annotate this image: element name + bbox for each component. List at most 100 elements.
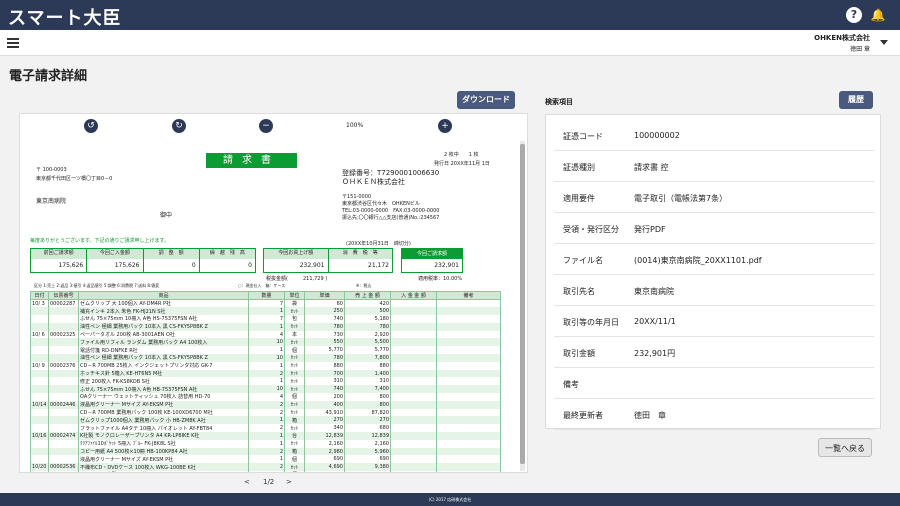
issuer-name: ＯＨＫＥＮ株式会社: [342, 178, 405, 186]
table-cell: ｾｯﾄ: [284, 322, 305, 331]
table-row: 10/14 00002446 液晶用クリーナー Mサイズ AY-EKSM P社 2 ｾｯ…: [30, 400, 501, 409]
table-row: 電話付箋 RD-DNFKE R社 1 個 5,770 5,770: [30, 346, 501, 355]
help-icon[interactable]: ?: [846, 7, 862, 23]
table-cell: ふせん 75×75mm 10冊入 A色 HS-75375FSN A社: [78, 315, 249, 323]
table-cell: [30, 322, 49, 331]
column-header: 商品: [78, 291, 249, 300]
table-cell: K社製 モノクロレーザープリンタ A4 KR-LP8IKE K社: [78, 432, 249, 440]
table-cell: [30, 354, 49, 362]
table-row: ホッチキス 中型 KS-SU8 M社1個1,1801,180: [30, 471, 501, 472]
viewer-scrollbar-thumb[interactable]: [520, 144, 525, 464]
total-header: 今回ご請求額: [402, 249, 462, 259]
user-menu-caret-icon[interactable]: [880, 40, 888, 45]
column-header: 単価: [304, 291, 345, 300]
table-cell: [48, 385, 79, 394]
table-cell: 00002287: [48, 299, 79, 308]
top-bar: スマート大臣 ? 🔔: [0, 0, 900, 30]
table-row: ｸﾘｱﾌｧｲﾙ10ﾎﾟｹｯﾄ 5冊入 ﾌﾞﾙｰ FK-J8K8L S社 1 ｾｯﾄ 2…: [30, 439, 501, 448]
zoom-in-icon[interactable]: +: [438, 119, 452, 133]
table-cell: 800: [344, 393, 391, 401]
table-cell: ホッチキス針 5箱入 KE-HT6N5 M社: [78, 369, 249, 378]
table-cell: [30, 455, 49, 464]
detail-value: 請求書 控: [634, 163, 669, 172]
table-cell: [436, 416, 501, 425]
table-cell: [390, 408, 437, 417]
rotate-right-icon[interactable]: ↻: [172, 119, 186, 133]
table-cell: [390, 447, 437, 456]
detail-key: 取引金額: [563, 349, 595, 358]
table-cell: 4: [248, 393, 285, 401]
table-cell: [436, 455, 501, 464]
table-cell: [436, 354, 501, 362]
table-cell: [30, 338, 49, 347]
summary-header: 今回お買上げ額: [264, 249, 329, 259]
table-cell: 電話付箋 RD-DNFKE R社: [78, 346, 249, 355]
table-cell: 2,920: [344, 330, 391, 339]
table-cell: ｾｯﾄ: [284, 361, 305, 370]
table-cell: 箱: [284, 447, 305, 456]
total-value: 232,901: [434, 262, 459, 269]
table-cell: 10: [248, 354, 285, 362]
table-cell: ｾｯﾄ: [284, 408, 305, 417]
table-cell: ふせん 75×75mm 10冊入 A色 HB-75375FSN A社: [78, 385, 249, 394]
bell-icon[interactable]: 🔔: [870, 7, 886, 23]
hamburger-menu-icon[interactable]: [7, 38, 19, 48]
summary-value: 175,626: [87, 259, 144, 273]
next-page-button[interactable]: >: [286, 478, 292, 486]
table-cell: ｾｯﾄ: [284, 307, 305, 316]
table-cell: [436, 432, 501, 440]
table-header-row: 日付 伝票番号 商品 数量 単位 単価売 上 金 額入 金 金 額備考: [30, 291, 501, 300]
table-cell: 10: [248, 338, 285, 347]
detail-row: 証憑コード 100000002: [554, 119, 874, 151]
table-cell: 1: [248, 377, 285, 386]
table-cell: [436, 315, 501, 323]
zoom-out-icon[interactable]: −: [259, 119, 273, 133]
app-title[interactable]: スマート大臣: [8, 4, 121, 30]
table-cell: ｾｯﾄ: [284, 439, 305, 448]
table-cell: 310: [344, 377, 391, 386]
table-cell: [436, 346, 501, 355]
table-cell: [30, 424, 49, 433]
table-cell: [390, 439, 437, 448]
closing-period: (20XX年10月31日 締切分): [346, 241, 411, 247]
page-info: 2 枚中 1 枚: [444, 152, 479, 158]
detail-key: ファイル名: [563, 256, 603, 265]
summary-header: 調 整 額: [144, 249, 200, 259]
user-name: 徳田 章: [850, 46, 870, 53]
table-cell: 1: [248, 307, 285, 316]
column-header: 備考: [436, 291, 501, 300]
detail-value: 20XX/11/1: [634, 317, 676, 326]
rotate-left-icon[interactable]: ↺: [84, 119, 98, 133]
table-cell: 個: [284, 471, 305, 472]
table-cell: CD－R 700MB 業務用パック 100枚 KE-100XD6700 M社: [78, 408, 249, 417]
table-cell: 1: [248, 432, 285, 440]
table-cell: 1: [248, 439, 285, 448]
table-cell: 不織布CD・DVDケース 100枚入 WKG-100BE K社: [78, 463, 249, 472]
summary-value: 232,901: [264, 259, 329, 273]
prev-page-button[interactable]: <: [244, 478, 250, 486]
table-cell: [436, 330, 501, 339]
table-cell: [48, 354, 79, 362]
table-cell: 2: [248, 447, 285, 456]
table-cell: ホッチキス 中型 KS-SU8 M社: [78, 471, 249, 472]
back-to-list-button[interactable]: 一覧へ戻る: [818, 438, 872, 457]
detail-value: 徳田 章: [634, 411, 666, 420]
table-cell: ｾｯﾄ: [284, 377, 305, 386]
customer-address: 東京都千代田区一ツ橋〇丁目0－0: [36, 176, 113, 182]
table-cell: 2: [248, 400, 285, 409]
table-row: ゼムクリップ1000個入 業務用パック 小 HB-ZM8K A社 1 箱 270 270: [30, 416, 501, 425]
column-header: 入 金 金 額: [390, 291, 437, 300]
table-cell: 780: [304, 322, 345, 331]
table-cell: 60: [304, 299, 345, 308]
history-button[interactable]: 履歴: [839, 91, 873, 109]
table-row: 10/16 00002474 K社製 モノクロレーザープリンタ A4 KR-LP8I…: [30, 432, 501, 440]
download-button[interactable]: ダウンロード: [457, 91, 515, 109]
table-cell: [30, 385, 49, 394]
total-box: 今回ご請求額 232,901: [401, 248, 463, 273]
legend-left: 区分 1:売上 2:返品 3:値引 4:返品値引 5:調整 6:消費税 7:送料…: [34, 283, 160, 288]
table-cell: 730: [304, 330, 345, 339]
customer-postal: 〒 100-0003: [36, 167, 67, 173]
column-header: 伝票番号: [48, 291, 79, 300]
table-cell: 10/ 9: [30, 361, 49, 370]
table-cell: [436, 439, 501, 448]
